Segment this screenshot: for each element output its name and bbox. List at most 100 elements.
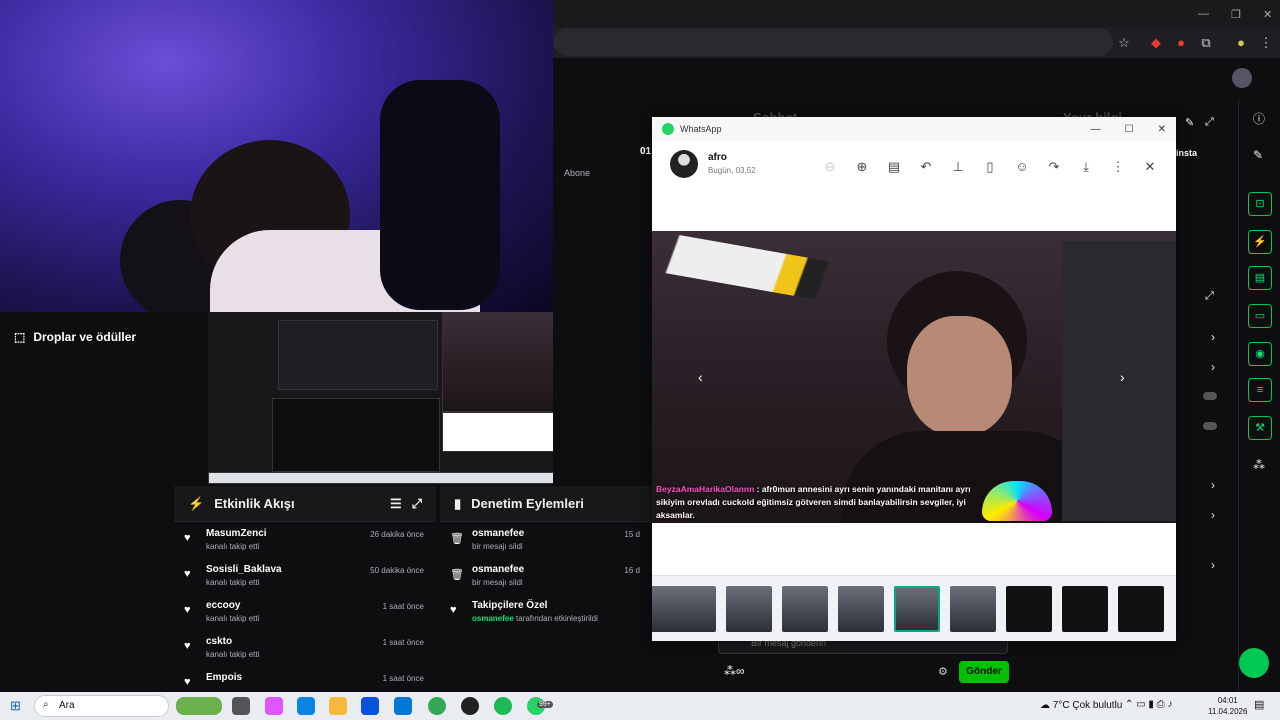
notification-icon[interactable]: ▤: [1254, 698, 1264, 711]
chevron-right-icon[interactable]: ›: [1211, 558, 1215, 572]
thumbnail[interactable]: [726, 586, 772, 632]
mode-name: Takipçilere Özel: [472, 600, 548, 611]
list-item: ♥ Sosisli_Baklava kanalı takip etti 50 daki…: [174, 558, 436, 594]
pencil-icon[interactable]: ✎: [1253, 148, 1263, 162]
thumbnail[interactable]: [782, 586, 828, 632]
obs-icon[interactable]: [461, 697, 479, 715]
whatsapp-icon[interactable]: 99+: [527, 697, 553, 715]
contact-avatar[interactable]: [670, 150, 698, 178]
minimize-icon[interactable]: —: [1198, 8, 1209, 20]
webcam-feed: [0, 0, 553, 312]
points-icon[interactable]: ⁂∞: [724, 664, 745, 678]
puzzle-icon[interactable]: ⧉: [1198, 35, 1214, 51]
toggle[interactable]: [1203, 392, 1217, 400]
extension-icon[interactable]: ●: [1173, 35, 1189, 51]
chevron-right-icon[interactable]: ›: [1211, 330, 1215, 344]
heart-icon: ♥: [184, 640, 191, 652]
maximize-icon[interactable]: ☐: [1125, 124, 1134, 135]
timestamp: 1 saat önce: [382, 638, 424, 647]
copilot-icon[interactable]: [265, 697, 283, 715]
heart-icon: ♥: [184, 604, 191, 616]
user-link[interactable]: osmanefee: [472, 564, 638, 575]
minimize-icon[interactable]: —: [1091, 124, 1101, 135]
chevron-right-icon[interactable]: ›: [1211, 508, 1215, 522]
restore-icon[interactable]: ❐: [1231, 8, 1241, 21]
chrome-icon[interactable]: [428, 697, 446, 715]
gear-icon[interactable]: ⚙: [938, 665, 948, 678]
widget-icon[interactable]: [176, 697, 222, 715]
close-icon[interactable]: ✕: [1142, 159, 1158, 175]
chevron-right-icon[interactable]: ›: [1211, 360, 1215, 374]
document-icon[interactable]: ▤: [1248, 266, 1272, 290]
profile-icon[interactable]: ●: [1233, 35, 1249, 51]
task-view-icon[interactable]: [232, 697, 250, 715]
address-bar[interactable]: [553, 28, 1113, 56]
wrench-icon[interactable]: ⚒: [1248, 416, 1272, 440]
zoom-out-icon[interactable]: ⊖: [822, 159, 838, 175]
zoom-in-icon[interactable]: ⊕: [854, 159, 870, 175]
chevron-right-icon[interactable]: ›: [1211, 478, 1215, 492]
file-explorer-icon[interactable]: [329, 697, 347, 715]
spotify-icon[interactable]: [494, 697, 512, 715]
weather-widget[interactable]: ☁ 7°C Çok bulutlu: [1040, 700, 1122, 711]
layers-icon[interactable]: ≡: [1248, 378, 1272, 402]
trash-icon: 🗑: [450, 533, 464, 545]
pin-icon[interactable]: ⊥: [950, 159, 966, 175]
thumbnail[interactable]: [1006, 586, 1052, 632]
list-item: ♥ MasumZenci kanalı takip etti 26 dakika ön…: [174, 522, 436, 558]
thumbnail[interactable]: [950, 586, 996, 632]
taskbar-search[interactable]: ⌕ Ara: [34, 695, 169, 717]
toggle[interactable]: [1203, 422, 1217, 430]
clock[interactable]: 04:01 11.04.2026: [1208, 695, 1247, 717]
chat-icon[interactable]: ▭: [1248, 304, 1272, 328]
store-icon[interactable]: [361, 697, 379, 715]
caption-icon[interactable]: ▤: [886, 159, 902, 175]
filter-icon[interactable]: ☰: [390, 496, 402, 512]
tray-icons[interactable]: ⌃ ▭ ▮ ⎙ ♪: [1125, 699, 1172, 710]
thumbnail[interactable]: [1062, 586, 1108, 632]
focus-icon[interactable]: ⊡: [1248, 192, 1272, 216]
user-link[interactable]: osmanefee: [472, 528, 638, 539]
bolt-icon[interactable]: ⚡: [1248, 230, 1272, 254]
thumbnail-selected[interactable]: [894, 586, 940, 632]
wa-app-title: WhatsApp: [680, 124, 722, 134]
windows-start-icon[interactable]: ⊞: [10, 698, 21, 714]
extension-icon[interactable]: ◆: [1148, 35, 1164, 51]
popout-icon[interactable]: ⤢: [412, 496, 422, 512]
menu-icon[interactable]: ⋮: [1258, 35, 1274, 51]
thumbnail[interactable]: [1118, 586, 1164, 632]
more-icon[interactable]: ⋮: [1110, 159, 1126, 175]
list-item: ♥ eccooy kanalı takip etti 1 saat önce: [174, 594, 436, 630]
popout-icon[interactable]: ⤢: [1205, 116, 1214, 129]
popout-icon[interactable]: ⤢: [1205, 290, 1214, 303]
bookmark-icon[interactable]: ▯: [982, 159, 998, 175]
thumbnail[interactable]: [670, 586, 716, 632]
forward-icon[interactable]: ↷: [1046, 159, 1062, 175]
close-icon[interactable]: ✕: [1158, 124, 1166, 135]
list-item: 🗑 osmanefee bir mesajı sildi 16 d: [440, 558, 652, 594]
avatar[interactable]: [1232, 68, 1252, 88]
weather-text: 7°C Çok bulutlu: [1052, 700, 1123, 711]
activity-feed-header: ⚡ Etkinlik Akışı ☰ ⤢: [174, 486, 436, 522]
prev-arrow-icon[interactable]: ‹: [698, 369, 703, 385]
activity-feed-title: Etkinlik Akışı: [214, 496, 295, 511]
star-icon[interactable]: ☆: [1116, 35, 1132, 51]
reply-icon[interactable]: ↶: [918, 159, 934, 175]
support-icon[interactable]: [1239, 648, 1269, 678]
emoji-icon[interactable]: ☺: [1014, 159, 1030, 175]
broadcast-icon[interactable]: ◉: [1248, 342, 1272, 366]
next-arrow-icon[interactable]: ›: [1120, 369, 1125, 385]
shapes-icon[interactable]: ⁂: [1253, 458, 1265, 472]
info-icon[interactable]: ⓘ: [1253, 110, 1265, 127]
download-icon[interactable]: ⤓: [1078, 159, 1094, 175]
timestamp: 15 d: [624, 530, 640, 539]
moderator-link[interactable]: osmanefee: [472, 614, 514, 623]
close-window-icon[interactable]: ✕: [1263, 8, 1272, 21]
send-button[interactable]: Gönder: [959, 661, 1009, 683]
drops-label[interactable]: ⬚ Droplar ve ödüller: [14, 330, 136, 344]
edit-icon[interactable]: ✎: [1185, 116, 1194, 129]
outlook-icon[interactable]: [394, 697, 412, 715]
action-text: kanalı takip etti: [206, 578, 260, 587]
thumbnail[interactable]: [838, 586, 884, 632]
edge-icon[interactable]: [297, 697, 315, 715]
